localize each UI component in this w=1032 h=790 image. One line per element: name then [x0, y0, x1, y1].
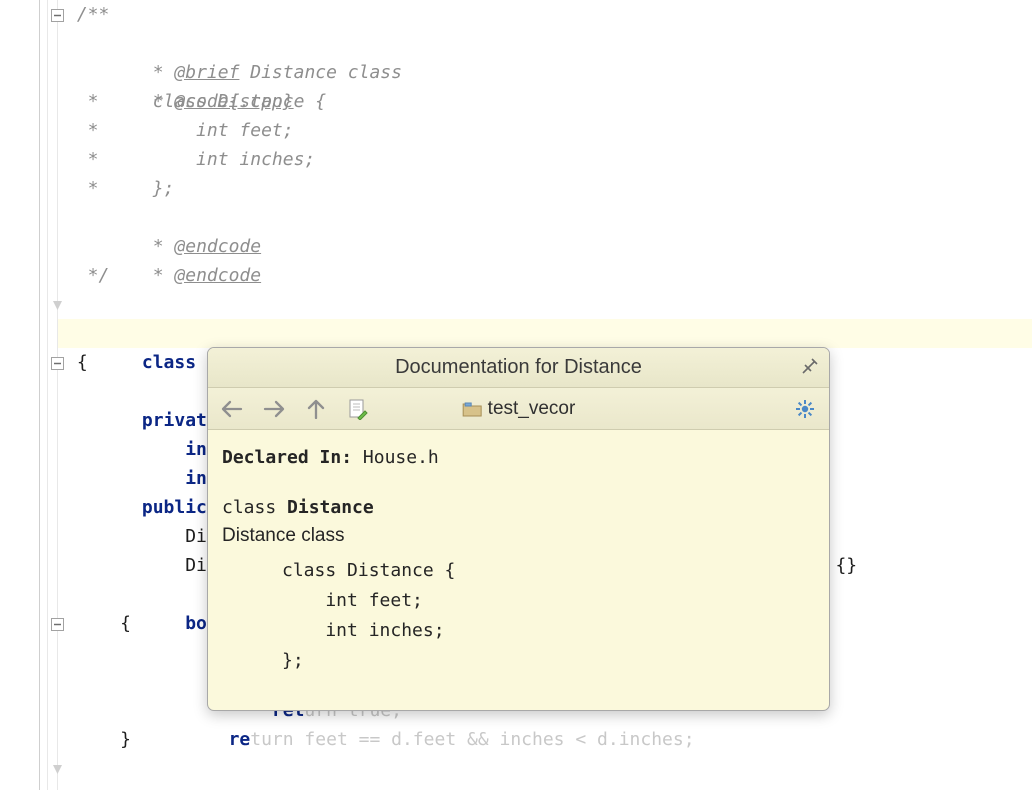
- pin-icon[interactable]: [799, 357, 819, 377]
- documentation-context[interactable]: test_vecor: [462, 398, 576, 420]
- edit-source-icon[interactable]: [346, 397, 370, 421]
- forward-icon[interactable]: [262, 397, 286, 421]
- documentation-popup-header: Documentation for Distance: [208, 348, 829, 388]
- code-line[interactable]: * int inches;: [66, 145, 315, 174]
- class-name: Distance: [287, 497, 374, 518]
- class-brief: Distance class: [222, 522, 815, 550]
- code-line[interactable]: }: [66, 725, 131, 754]
- gutter[interactable]: [0, 0, 58, 790]
- documentation-body[interactable]: Declared In: House.h class Distance Dist…: [208, 430, 829, 710]
- context-label-text: test_vecor: [488, 398, 576, 420]
- code-line[interactable]: /**: [66, 0, 109, 29]
- declared-in-file: House.h: [363, 447, 439, 468]
- back-icon[interactable]: [220, 397, 244, 421]
- declared-in-label: Declared In:: [222, 447, 352, 468]
- code-line[interactable]: */: [66, 261, 109, 290]
- up-icon[interactable]: [304, 397, 328, 421]
- documentation-popup: Documentation for Distance: [207, 347, 830, 711]
- gear-icon[interactable]: [793, 397, 817, 421]
- class-keyword: class: [222, 497, 287, 518]
- documentation-toolbar: test_vecor: [208, 388, 829, 430]
- code-line[interactable]: [66, 551, 77, 580]
- code-line[interactable]: * };: [66, 174, 174, 203]
- code-line[interactable]: * int feet;: [66, 116, 294, 145]
- folder-icon: [462, 401, 482, 417]
- code-line[interactable]: * class Distance {: [66, 87, 326, 116]
- documentation-popup-title: Documentation for Distance: [395, 356, 642, 379]
- code-line[interactable]: {: [66, 609, 131, 638]
- doc-code-sample: class Distance { int feet; int inches; }…: [282, 556, 815, 676]
